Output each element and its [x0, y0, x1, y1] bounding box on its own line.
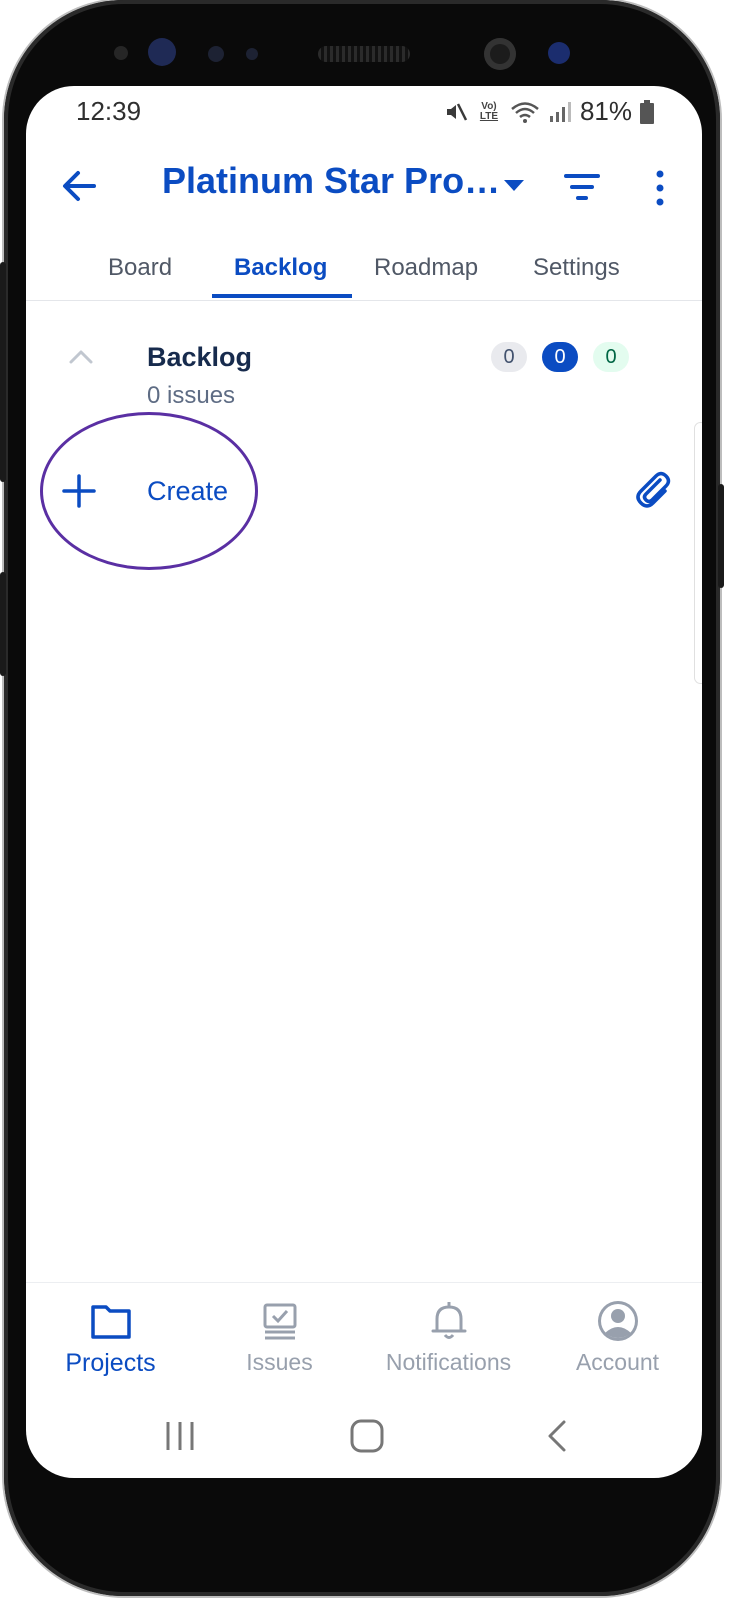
more-vertical-icon [656, 170, 664, 206]
dropdown-caret-icon[interactable] [504, 180, 524, 191]
battery-icon [640, 99, 654, 124]
back-arrow-icon [63, 171, 96, 201]
nav-projects[interactable]: Projects [26, 1283, 195, 1393]
front-camera [484, 38, 516, 70]
battery-percent: 81% [579, 96, 632, 126]
volte-label: Vo) [481, 100, 497, 112]
filter-icon [564, 174, 600, 200]
nav-issues[interactable]: Issues [195, 1283, 364, 1393]
nav-notifications-label: Notifications [385, 1349, 512, 1375]
app-screen: 12:39 Vo) LTE 81% Platinum Star Pro… Boa… [26, 86, 702, 1478]
collapse-backlog-button[interactable] [66, 346, 96, 366]
light-sensor [208, 46, 224, 62]
iris-camera [548, 42, 570, 64]
lte-label: LTE [479, 110, 499, 122]
system-back-icon [548, 1420, 566, 1452]
tab-settings[interactable]: Settings [533, 254, 620, 282]
back-button[interactable] [60, 166, 100, 206]
nav-account[interactable]: Account [533, 1283, 702, 1393]
issues-icon [263, 1303, 296, 1340]
tab-roadmap[interactable]: Roadmap [374, 254, 478, 282]
project-title[interactable]: Platinum Star Pro… [162, 160, 500, 202]
nav-account-label: Account [575, 1349, 660, 1375]
recent-apps-button[interactable] [160, 1416, 200, 1456]
power-button [718, 484, 724, 588]
more-options-button[interactable] [652, 168, 668, 208]
folder-icon [90, 1305, 131, 1339]
attachment-icon [636, 471, 671, 508]
bixby-button [0, 572, 6, 676]
annotation-circle [40, 412, 258, 570]
recent-apps-icon [166, 1422, 194, 1450]
iris-sensor [148, 38, 176, 66]
earpiece-speaker [318, 46, 410, 62]
nav-issues-label: Issues [246, 1349, 313, 1375]
active-tab-indicator [212, 294, 352, 298]
volte-icon: Vo) LTE [476, 100, 502, 122]
account-icon [597, 1301, 638, 1341]
home-button[interactable] [347, 1416, 387, 1456]
status-time: 12:39 [76, 96, 142, 126]
nav-notifications[interactable]: Notifications [364, 1283, 533, 1393]
volume-button [0, 262, 6, 482]
sensor-dot [246, 48, 258, 60]
system-navigation-bar [26, 1392, 702, 1478]
home-icon [350, 1419, 384, 1453]
app-bar: Platinum Star Pro… [26, 146, 702, 226]
wifi-icon [511, 101, 539, 123]
scroll-edge-handle[interactable] [694, 422, 702, 684]
status-icons: Vo) LTE 81% [444, 96, 654, 127]
phone-frame: 12:39 Vo) LTE 81% Platinum Star Pro… Boa… [0, 0, 724, 1596]
mute-icon [446, 102, 468, 121]
attach-button[interactable] [630, 468, 674, 512]
chevron-up-icon [69, 350, 93, 364]
system-back-button[interactable] [538, 1416, 578, 1456]
in-progress-count-badge: 0 [542, 342, 578, 372]
signal-icon [549, 101, 571, 122]
backlog-title: Backlog [147, 342, 253, 372]
bottom-navigation: Projects Issues Notifications Account [26, 1282, 702, 1393]
issues-count: 0 issues [147, 382, 236, 409]
nav-projects-label: Projects [65, 1349, 156, 1377]
todo-count-badge: 0 [491, 342, 527, 372]
bell-icon [431, 1302, 466, 1339]
proximity-sensor [114, 46, 128, 60]
done-count-badge: 0 [593, 342, 629, 372]
tab-bar: Board Backlog Roadmap Settings [26, 236, 702, 301]
tab-backlog[interactable]: Backlog [234, 254, 327, 282]
tab-board[interactable]: Board [108, 254, 172, 282]
filter-button[interactable] [562, 170, 602, 204]
